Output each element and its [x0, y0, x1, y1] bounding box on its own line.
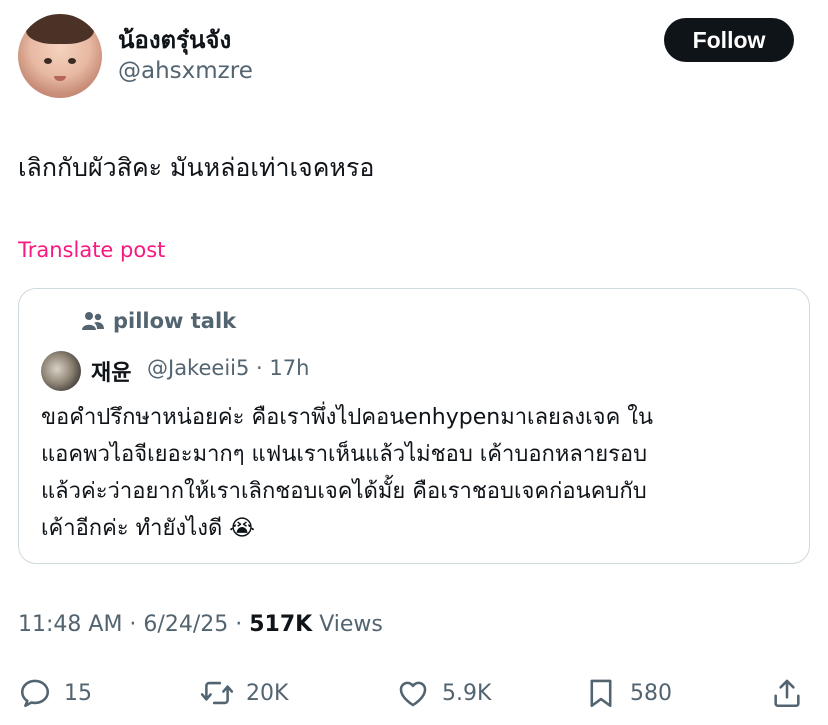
like-button[interactable]: 5.9K [396, 670, 491, 716]
follow-button[interactable]: Follow [664, 18, 794, 62]
quoted-post-card[interactable]: pillow talk 재윤 @Jakeeii5 · 17h ขอคำปรึกษ… [18, 288, 810, 564]
community-people-icon [82, 312, 104, 330]
repost-icon [200, 681, 234, 705]
quote-body-line: เค้าอีกค่ะ ทำยังไงดี 😭 [41, 516, 255, 541]
community-label-row[interactable]: pillow talk [81, 309, 236, 333]
quote-body-line: แล้วค่ะว่าอยากให้เราเลิกชอบเจคได้มั้ย คื… [41, 479, 647, 504]
views-count: 517K [249, 612, 313, 637]
meta-separator: · [228, 612, 250, 637]
quote-body-line: ขอคำปรึกษาหน่อยค่ะ คือเราพึ่งไปคอนenhype… [41, 405, 654, 430]
quote-author-name[interactable]: 재윤 [91, 355, 131, 387]
post-time[interactable]: 11:48 AM [18, 612, 122, 637]
avatar-eye-right [68, 58, 76, 64]
share-button[interactable] [770, 670, 804, 716]
repost-button[interactable]: 20K [200, 670, 288, 716]
heart-icon [399, 681, 427, 707]
bookmark-count: 580 [630, 680, 672, 706]
share-icon [774, 679, 800, 708]
meta-separator: · [256, 356, 263, 380]
reply-icon [20, 679, 50, 708]
author-avatar[interactable] [18, 14, 102, 98]
reply-count: 15 [64, 680, 92, 706]
translate-post-link[interactable]: Translate post [18, 238, 165, 262]
quote-author-meta: @Jakeeii5 · 17h [147, 356, 309, 380]
avatar-hair [26, 14, 94, 44]
avatar-eye-left [44, 58, 52, 64]
quote-body: ขอคำปรึกษาหน่อยค่ะ คือเราพึ่งไปคอนenhype… [41, 399, 801, 547]
post-meta-row: 11:48 AM · 6/24/25 · 517K Views [18, 612, 383, 637]
quote-body-line: แอคพวไอจีเยอะมากๆ แฟนเราเห็นแล้วไม่ชอบ เ… [41, 442, 648, 467]
quote-author-handle[interactable]: @Jakeeii5 [147, 356, 249, 380]
action-bar: 15 20K 5.9K 580 [0, 670, 828, 716]
bookmark-button[interactable]: 580 [584, 670, 672, 716]
views-label: Views [312, 612, 383, 637]
quote-author-avatar[interactable] [41, 351, 81, 391]
like-count: 5.9K [442, 680, 492, 706]
bookmark-icon [590, 679, 612, 708]
repost-count: 20K [246, 680, 289, 706]
author-display-name[interactable]: น้องตรุ๋นจัง [118, 20, 231, 59]
quote-time[interactable]: 17h [269, 356, 309, 380]
author-handle[interactable]: @ahsxmzre [118, 58, 253, 84]
community-name: pillow talk [113, 309, 237, 333]
reply-button[interactable]: 15 [18, 670, 92, 716]
post-text: เลิกกับผัวสิคะ มันหล่อเท่าเจคหรอ [18, 153, 375, 182]
avatar-mouth [54, 76, 66, 81]
meta-separator: · [122, 612, 144, 637]
post-date[interactable]: 6/24/25 [143, 612, 228, 637]
